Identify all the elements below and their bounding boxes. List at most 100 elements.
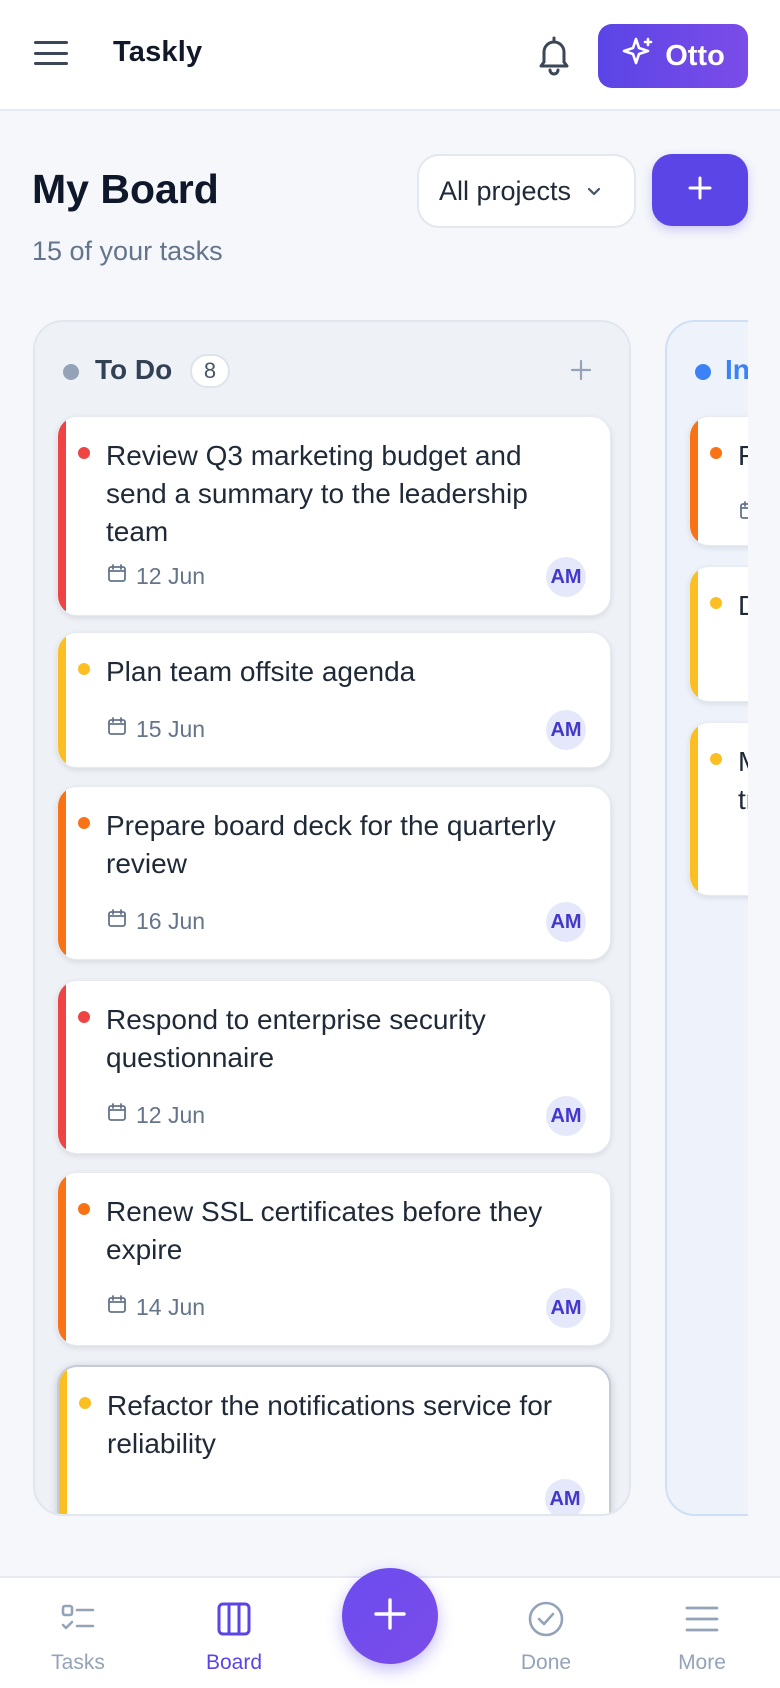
task-title-line: M <box>738 746 748 777</box>
task-count-subtitle: 15 of your tasks <box>32 236 223 266</box>
nav-done[interactable]: Done <box>486 1578 606 1688</box>
column-header: To Do 8 <box>35 322 629 418</box>
plus-icon <box>686 174 714 207</box>
sparkle-icon <box>621 35 655 77</box>
due-date: 12 Jun <box>106 1101 205 1129</box>
task-title-line: tr <box>738 784 748 815</box>
priority-dot <box>78 1011 90 1023</box>
assignee-avatar: AM <box>545 1479 585 1514</box>
task-card[interactable]: Review Q3 marketing budget and send a su… <box>57 416 611 616</box>
due-date-text: 16 Jun <box>136 907 206 934</box>
priority-stripe <box>690 417 698 545</box>
column-todo: To Do 8 Review Q3 marketing budget and s… <box>33 320 631 1516</box>
column-title: In <box>725 354 748 385</box>
hamburger-menu-icon[interactable] <box>34 38 68 68</box>
page-title: My Board <box>32 166 219 212</box>
calendar-icon <box>106 1101 128 1129</box>
task-card[interactable]: M tr <box>689 722 748 896</box>
column-in-progress: In F D M tr <box>665 320 748 1516</box>
column-status-dot <box>695 364 711 380</box>
nav-label: Tasks <box>51 1651 105 1674</box>
assignee-avatar: AM <box>546 1288 586 1328</box>
add-card-icon[interactable] <box>569 358 593 382</box>
task-title: F <box>738 437 748 475</box>
due-date <box>738 499 748 527</box>
priority-dot <box>710 753 722 765</box>
priority-stripe <box>58 981 66 1153</box>
task-title: D <box>738 587 748 625</box>
priority-stripe <box>58 787 66 959</box>
priority-dot <box>710 447 722 459</box>
nav-tasks[interactable]: Tasks <box>18 1578 138 1688</box>
priority-stripe <box>58 633 66 767</box>
app-title: Taskly <box>113 36 203 68</box>
priority-dot <box>78 447 90 459</box>
task-card[interactable]: Plan team offsite agenda 15 Jun AM <box>57 632 611 768</box>
board-icon <box>215 1600 253 1643</box>
calendar-icon <box>106 1293 128 1321</box>
plus-icon <box>371 1595 409 1638</box>
add-task-button[interactable] <box>652 154 748 226</box>
priority-stripe <box>58 1173 66 1345</box>
calendar-icon <box>106 907 128 935</box>
task-title: Review Q3 marketing budget and send a su… <box>106 440 528 547</box>
task-title: Refactor the notifications service for r… <box>107 1390 553 1459</box>
due-date: 16 Jun <box>106 907 205 935</box>
otto-assistant-button[interactable]: Otto <box>598 24 748 88</box>
column-status-dot <box>63 364 79 380</box>
due-date-text: 14 Jun <box>136 1293 206 1320</box>
priority-stripe <box>690 723 698 895</box>
priority-dot <box>78 663 90 675</box>
priority-dot <box>710 597 722 609</box>
task-title: Prepare board deck for the quarterly rev… <box>106 810 556 879</box>
chevron-down-icon <box>585 176 603 207</box>
bell-icon[interactable] <box>534 34 574 76</box>
task-card[interactable]: D <box>689 566 748 702</box>
column-header: In <box>667 322 748 418</box>
project-filter-select[interactable]: All projects <box>417 154 636 228</box>
priority-stripe <box>690 567 698 701</box>
task-card[interactable]: Renew SSL certificates before they expir… <box>57 1172 611 1346</box>
otto-label: Otto <box>665 39 725 72</box>
task-title: Respond to enterprise security questionn… <box>106 1004 486 1073</box>
priority-stripe <box>58 417 66 615</box>
nav-label: More <box>678 1651 726 1674</box>
nav-more[interactable]: More <box>642 1578 762 1688</box>
due-date-text: 12 Jun <box>136 1101 206 1128</box>
done-icon <box>527 1600 565 1643</box>
priority-dot <box>78 817 90 829</box>
assignee-avatar: AM <box>546 557 586 597</box>
task-title: Plan team offsite agenda <box>106 656 416 687</box>
column-count-badge: 8 <box>190 354 230 388</box>
task-title: M tr <box>738 743 748 819</box>
due-date-text: 15 Jun <box>136 715 206 742</box>
task-card[interactable]: Refactor the notifications service for r… <box>57 1365 611 1514</box>
column-title: To Do <box>95 354 173 385</box>
assignee-avatar: AM <box>546 1096 586 1136</box>
nav-label: Board <box>205 1651 263 1674</box>
task-card[interactable]: Prepare board deck for the quarterly rev… <box>57 786 611 960</box>
assignee-avatar: AM <box>546 902 586 942</box>
priority-dot <box>78 1203 90 1215</box>
due-date: 15 Jun <box>106 715 205 743</box>
top-bar: Taskly Otto <box>0 0 780 111</box>
due-date: 12 Jun <box>106 562 205 590</box>
more-icon <box>683 1600 721 1643</box>
due-date-text: 12 Jun <box>136 562 206 589</box>
calendar-icon <box>738 499 748 527</box>
priority-stripe <box>59 1367 67 1514</box>
board: To Do 8 Review Q3 marketing budget and s… <box>0 318 748 1518</box>
calendar-icon <box>106 562 128 590</box>
create-task-fab[interactable] <box>342 1568 438 1664</box>
tasks-icon <box>59 1600 97 1643</box>
calendar-icon <box>106 715 128 743</box>
nav-label: Done <box>520 1651 572 1674</box>
due-date: 14 Jun <box>106 1293 205 1321</box>
assignee-avatar: AM <box>546 710 586 750</box>
project-filter-value: All projects <box>439 175 572 206</box>
task-card[interactable]: F <box>689 416 748 546</box>
task-title: Renew SSL certificates before they expir… <box>106 1196 543 1265</box>
task-card[interactable]: Respond to enterprise security questionn… <box>57 980 611 1154</box>
priority-dot <box>79 1397 91 1409</box>
nav-board[interactable]: Board <box>174 1578 294 1688</box>
